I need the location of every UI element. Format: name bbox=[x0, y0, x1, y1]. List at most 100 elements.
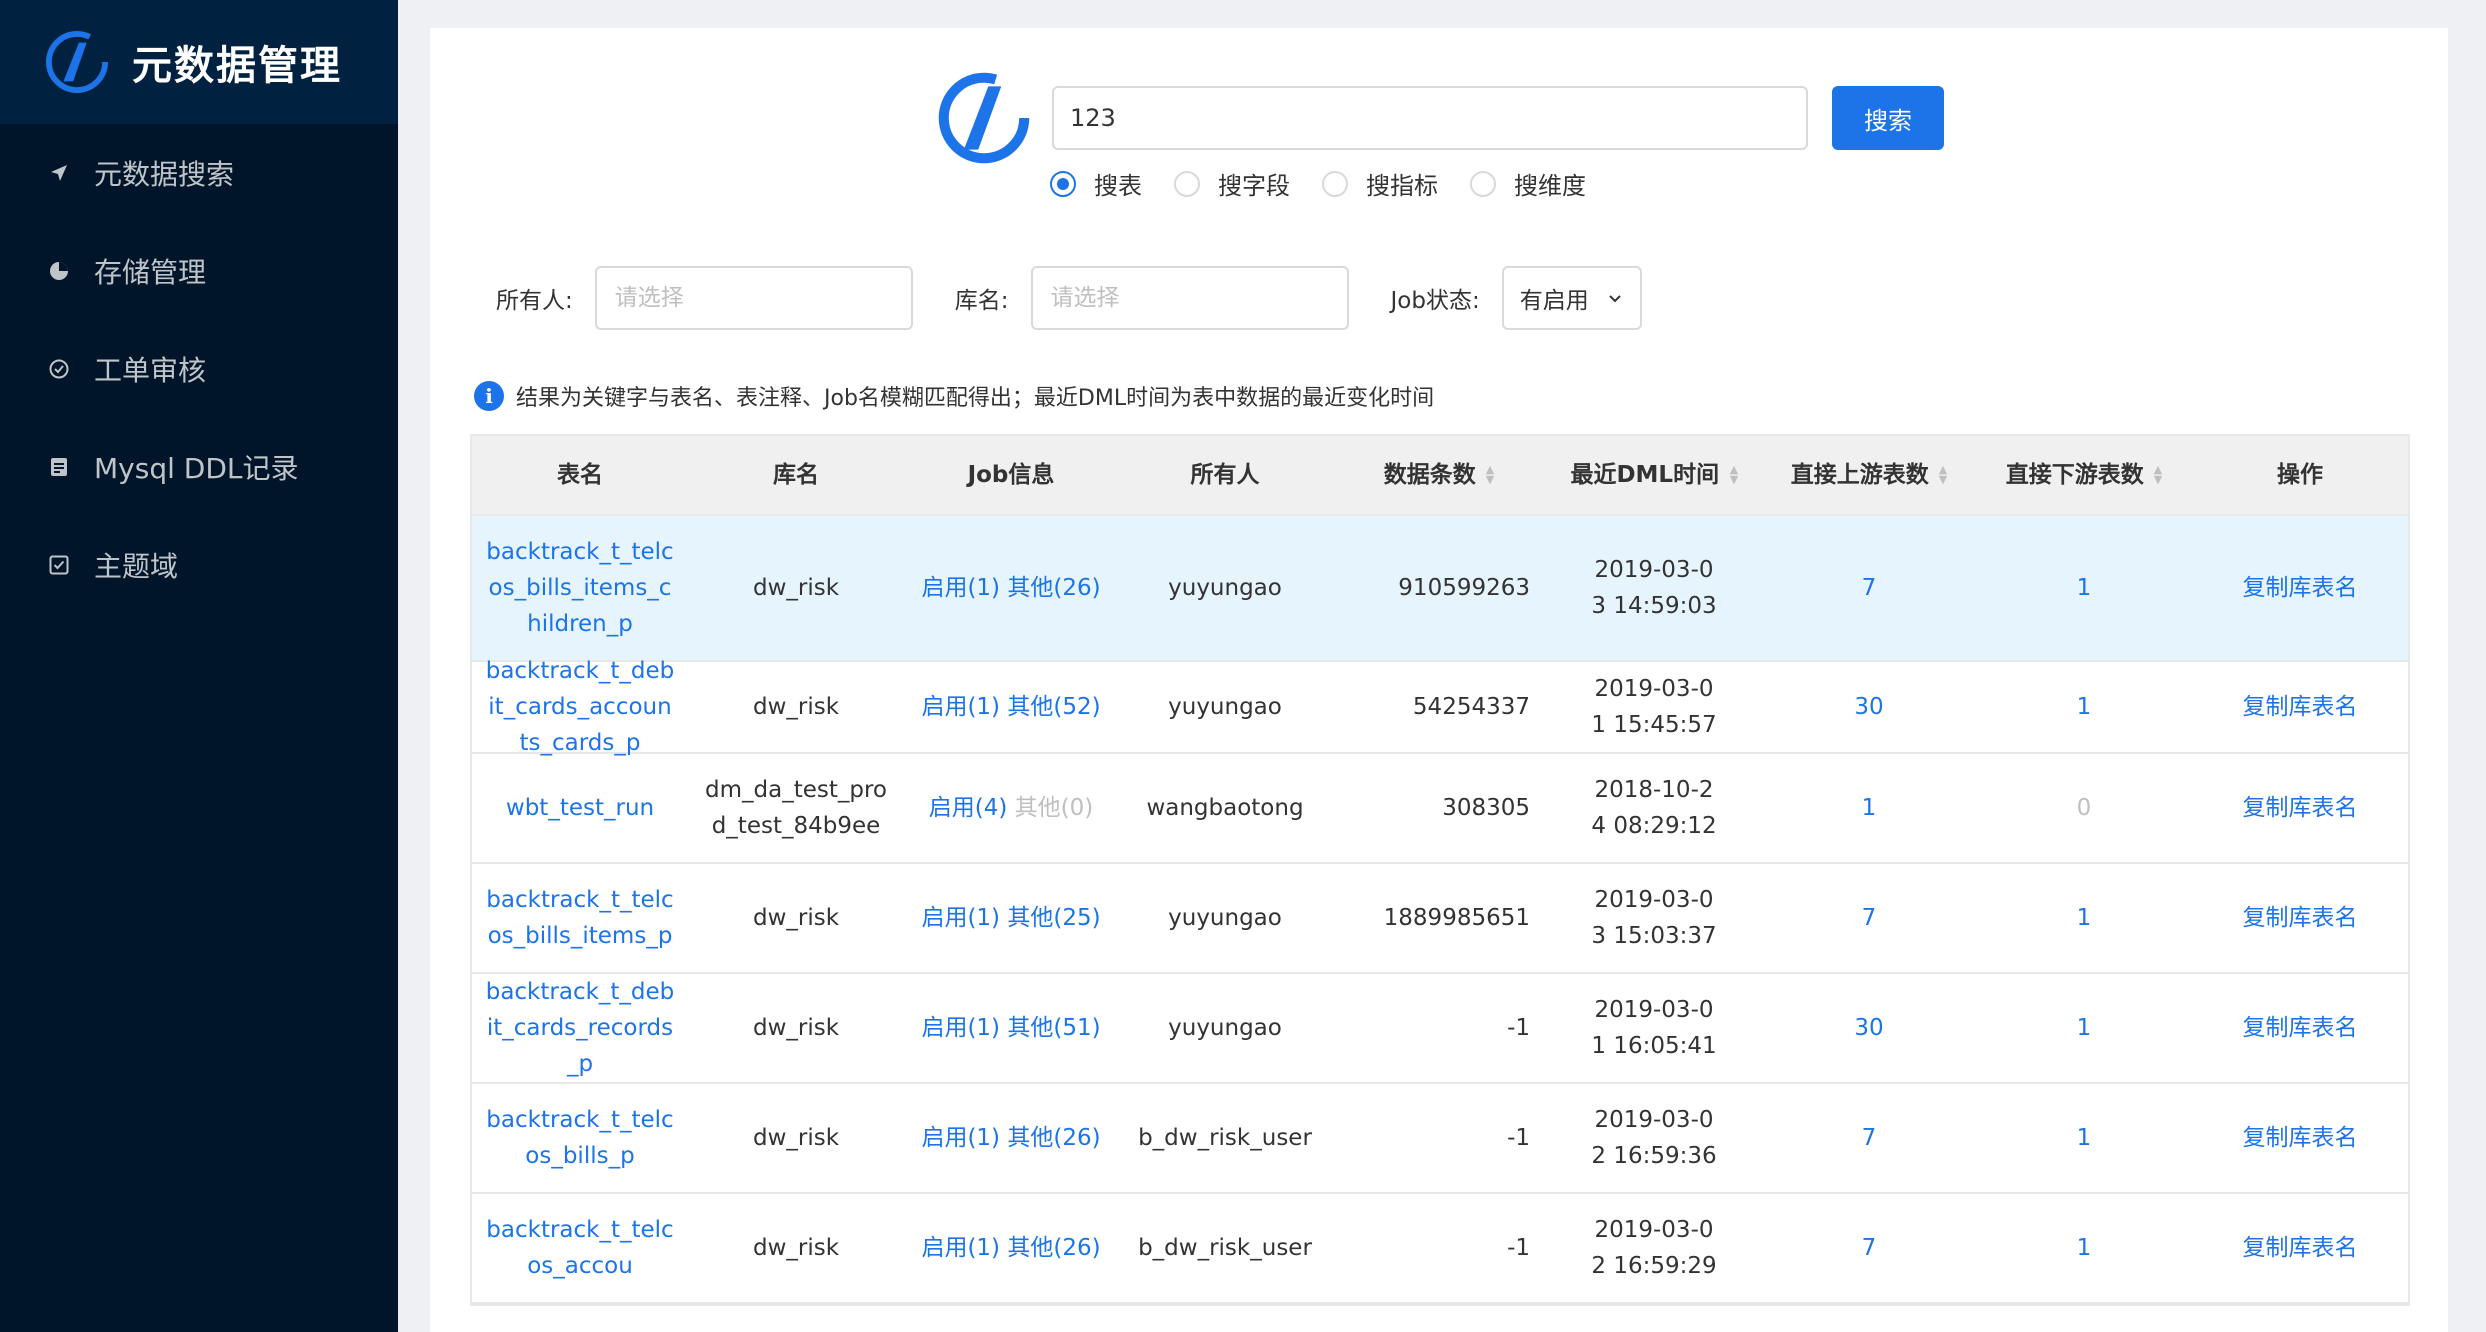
logo-icon bbox=[938, 72, 1030, 164]
cell-table-name[interactable]: backtrack_t_debit_cards_records_p bbox=[472, 974, 688, 1082]
cell-table-name[interactable]: backtrack_t_telcos_bills_p bbox=[472, 1084, 688, 1192]
job-status-select[interactable]: 有启用 bbox=[1501, 266, 1642, 330]
cell-upstream[interactable]: 1 bbox=[1762, 754, 1976, 862]
cell-db: dw_risk bbox=[752, 1015, 840, 1041]
cell-count: 910599263 bbox=[1398, 575, 1530, 601]
table-row: backtrack_t_debit_cards_records_p dw_risk… bbox=[472, 974, 2408, 1084]
cell-table-name[interactable]: backtrack_t_telcos_bills_items_children_… bbox=[472, 516, 688, 660]
job-other-link[interactable]: 其他(25) bbox=[1007, 905, 1100, 931]
radio-search-table[interactable]: 搜表 bbox=[1050, 166, 1142, 201]
cell-downstream[interactable]: 1 bbox=[1976, 864, 2192, 972]
cell-table-name[interactable]: backtrack_t_telcos_bills_items_p bbox=[472, 864, 688, 972]
table-name-link[interactable]: backtrack_t_debit_cards_records_p bbox=[484, 974, 676, 1082]
radio-search-dimension[interactable]: 搜维度 bbox=[1470, 166, 1586, 201]
table-row: backtrack_t_telcos_bills_p dw_risk 启用(1) 其… bbox=[472, 1084, 2408, 1194]
sidebar-item-storage[interactable]: 存储管理 bbox=[0, 222, 398, 320]
cell-upstream[interactable]: 7 bbox=[1762, 1084, 1976, 1192]
cell-downstream[interactable]: 1 bbox=[1976, 662, 2192, 752]
job-enabled-link[interactable]: 启用(1) bbox=[921, 1235, 1000, 1261]
table-name-link[interactable]: backtrack_t_telcos_bills_p bbox=[484, 1102, 676, 1174]
copy-table-name-link[interactable]: 复制库表名 bbox=[2243, 689, 2358, 725]
dml-time-text: 2019-03-02 16:59:29 bbox=[1591, 1217, 1717, 1279]
radio-search-field[interactable]: 搜字段 bbox=[1174, 166, 1290, 201]
copy-table-name-link[interactable]: 复制库表名 bbox=[2243, 790, 2358, 826]
radio-dot bbox=[1322, 170, 1348, 197]
table-name-link[interactable]: wbt_test_run bbox=[506, 790, 654, 826]
table-name-link[interactable]: backtrack_t_telcos_accou bbox=[484, 1212, 676, 1284]
sort-icon: ▲ ▼ bbox=[1485, 463, 1495, 486]
col-header-upstream[interactable]: 直接上游表数 ▲ ▼ bbox=[1762, 436, 1976, 514]
cell-owner: yuyungao bbox=[1168, 1015, 1282, 1041]
sidebar-item-review[interactable]: 工单审核 bbox=[0, 320, 398, 418]
cell-upstream[interactable]: 30 bbox=[1762, 662, 1976, 752]
col-header-count[interactable]: 数据条数 ▲ ▼ bbox=[1332, 436, 1546, 514]
sidebar-item-mysql-ddl[interactable]: Mysql DDL记录 bbox=[0, 418, 398, 516]
cell-downstream[interactable]: 1 bbox=[1976, 1084, 2192, 1192]
job-enabled-link[interactable]: 启用(1) bbox=[921, 1125, 1000, 1151]
info-icon: i bbox=[474, 381, 504, 411]
table-body: backtrack_t_telcos_bills_items_children_… bbox=[472, 516, 2408, 1304]
job-other-link[interactable]: 其他(26) bbox=[1007, 1125, 1100, 1151]
downstream-link[interactable]: 1 bbox=[2077, 689, 2092, 725]
cell-owner: yuyungao bbox=[1168, 905, 1282, 931]
copy-table-name-link[interactable]: 复制库表名 bbox=[2243, 1230, 2358, 1266]
cell-upstream[interactable]: 30 bbox=[1762, 974, 1976, 1082]
copy-table-name-link[interactable]: 复制库表名 bbox=[2243, 900, 2358, 936]
copy-table-name-link[interactable]: 复制库表名 bbox=[2243, 570, 2358, 606]
job-other-link[interactable]: 其他(26) bbox=[1007, 1235, 1100, 1261]
col-header-dml-time[interactable]: 最近DML时间 ▲ ▼ bbox=[1546, 436, 1762, 514]
sidebar-item-subject-domain[interactable]: 主题域 bbox=[0, 516, 398, 614]
upstream-link[interactable]: 1 bbox=[1862, 790, 1877, 826]
owner-select[interactable] bbox=[594, 266, 913, 330]
cell-dml-time: 2019-03-03 15:03:37 bbox=[1546, 864, 1762, 972]
table-name-link[interactable]: backtrack_t_telcos_bills_items_p bbox=[484, 882, 676, 954]
upstream-link[interactable]: 30 bbox=[1854, 1010, 1883, 1046]
info-alert: i 结果为关键字与表名、表注释、Job名模糊匹配得出；最近DML时间为表中数据的… bbox=[474, 380, 1434, 412]
downstream-link[interactable]: 1 bbox=[2077, 1230, 2092, 1266]
cell-dml-time: 2018-10-24 08:29:12 bbox=[1546, 754, 1762, 862]
radio-search-metric[interactable]: 搜指标 bbox=[1322, 166, 1438, 201]
downstream-link[interactable]: 1 bbox=[2077, 1010, 2092, 1046]
cell-downstream[interactable]: 1 bbox=[1976, 1194, 2192, 1302]
job-enabled-link[interactable]: 启用(1) bbox=[921, 694, 1000, 720]
upstream-link[interactable]: 7 bbox=[1862, 1230, 1877, 1266]
cell-upstream[interactable]: 7 bbox=[1762, 1194, 1976, 1302]
table-name-link[interactable]: backtrack_t_telcos_bills_items_children_… bbox=[484, 534, 676, 642]
table-name-link[interactable]: backtrack_t_debit_cards_accounts_cards_p bbox=[484, 653, 676, 761]
copy-table-name-link[interactable]: 复制库表名 bbox=[2243, 1010, 2358, 1046]
cell-downstream[interactable]: 1 bbox=[1976, 974, 2192, 1082]
job-other-link[interactable]: 其他(51) bbox=[1007, 1015, 1100, 1041]
job-enabled-link[interactable]: 启用(1) bbox=[921, 905, 1000, 931]
upstream-link[interactable]: 7 bbox=[1862, 1120, 1877, 1156]
downstream-link[interactable]: 1 bbox=[2077, 900, 2092, 936]
cell-owner: yuyungao bbox=[1168, 575, 1282, 601]
col-header-downstream[interactable]: 直接下游表数 ▲ ▼ bbox=[1976, 436, 2192, 514]
upstream-link[interactable]: 7 bbox=[1862, 900, 1877, 936]
db-select[interactable] bbox=[1030, 266, 1349, 330]
job-other-link[interactable]: 其他(26) bbox=[1007, 575, 1100, 601]
upstream-link[interactable]: 30 bbox=[1854, 689, 1883, 725]
search-input[interactable] bbox=[1052, 86, 1808, 150]
cell-job: 启用(1) 其他(26) bbox=[904, 1084, 1118, 1192]
table-row: backtrack_t_telcos_bills_items_children_… bbox=[472, 516, 2408, 662]
cell-upstream[interactable]: 7 bbox=[1762, 864, 1976, 972]
downstream-link[interactable]: 1 bbox=[2077, 1120, 2092, 1156]
cell-table-name[interactable]: backtrack_t_debit_cards_accounts_cards_p bbox=[472, 658, 688, 756]
main-content: 搜索 搜表 搜字段 搜指标 搜维度 所有人: 库名: Job状态: 有启用 bbox=[430, 28, 2448, 1332]
job-enabled-link[interactable]: 启用(1) bbox=[921, 575, 1000, 601]
cell-downstream[interactable]: 1 bbox=[1976, 516, 2192, 660]
job-enabled-link[interactable]: 启用(4) bbox=[929, 795, 1008, 821]
cell-action: 复制库表名 bbox=[2192, 864, 2408, 972]
search-button[interactable]: 搜索 bbox=[1832, 86, 1944, 150]
downstream-link[interactable]: 1 bbox=[2077, 570, 2092, 606]
upstream-link[interactable]: 7 bbox=[1862, 570, 1877, 606]
cell-table-name[interactable]: backtrack_t_telcos_accou bbox=[472, 1194, 688, 1302]
cell-upstream[interactable]: 7 bbox=[1762, 516, 1976, 660]
job-enabled-link[interactable]: 启用(1) bbox=[921, 1015, 1000, 1041]
job-other-link[interactable]: 其他(52) bbox=[1007, 694, 1100, 720]
sidebar-item-metadata-search[interactable]: 元数据搜索 bbox=[0, 124, 398, 222]
table-header: 表名 库名 Job信息 所有人 数据条数 ▲ ▼ 最近DML时间 ▲ ▼ 直接上游表… bbox=[472, 436, 2408, 516]
cell-table-name[interactable]: wbt_test_run bbox=[472, 754, 688, 862]
copy-table-name-link[interactable]: 复制库表名 bbox=[2243, 1120, 2358, 1156]
col-header-job: Job信息 bbox=[967, 462, 1055, 488]
